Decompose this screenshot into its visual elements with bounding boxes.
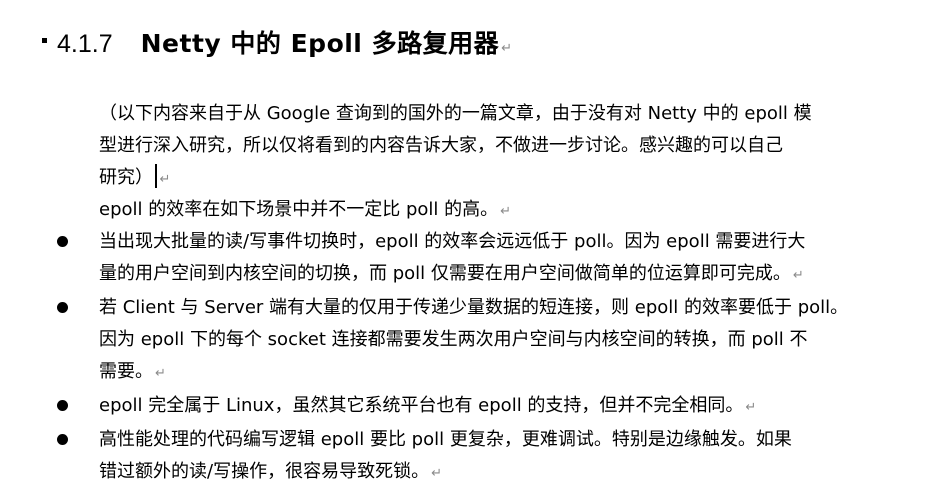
document-page: 4.1.7 Netty 中的 Epoll 多路复用器 ↵ （以下内容来自于从 Go… [0,0,949,500]
section-title: Netty 中的 Epoll 多路复用器 ↵ [141,24,513,60]
paragraph-mark-icon: ↵ [792,268,804,283]
heading-bullet-marker [42,38,47,43]
list-item-text: epoll 完全属于 Linux，虽然其它系统平台也有 epoll 的支持，但并… [99,395,744,416]
list-item-line: 错过额外的读/写操作，很容易导致死锁。 ↵ [99,456,949,490]
note-line-text: 研究） [99,167,153,188]
list-item-line: 高性能处理的代码编写逻辑 epoll 要比 poll 更复杂，更难调试。特别是边… [99,429,792,450]
paragraph-mark-icon: ↵ [500,204,512,219]
list-item-line: epoll 完全属于 Linux，虽然其它系统平台也有 epoll 的支持，但并… [99,390,949,424]
section-heading: 4.1.7 Netty 中的 Epoll 多路复用器 ↵ [42,24,513,64]
note-line-last: 研究） ↵ [99,162,899,196]
list-item-line: 当出现大批量的读/写事件切换时，epoll 的效率会远远低于 poll。因为 e… [99,231,806,252]
paragraph-mark-icon: ↵ [745,400,757,415]
note-line: 型进行深入研究，所以仅将看到的内容告诉大家，不做进一步讨论。感兴趣的可以自己 [99,135,783,156]
list-item-text: 量的用户空间到内核空间的切换，而 poll 仅需要在用户空间做简单的位运算即可完… [99,263,791,284]
list-item[interactable]: 若 Client 与 Server 端有大量的仅用于传递少量数据的短连接，则 e… [0,292,949,390]
bullet-icon [57,400,68,411]
bullet-list: 当出现大批量的读/写事件切换时，epoll 的效率会远远低于 poll。因为 e… [0,226,949,494]
list-item-line: 需要。 ↵ [99,356,949,390]
section-number: 4.1.7 [57,30,113,58]
bullet-icon [57,302,68,313]
note-paragraph[interactable]: （以下内容来自于从 Google 查询到的国外的一篇文章，由于没有对 Netty… [99,98,899,196]
paragraph-mark-icon: ↵ [431,466,442,481]
intro-paragraph[interactable]: epoll 的效率在如下场景中并不一定比 poll 的高。 ↵ [99,194,511,228]
list-item-line: 因为 epoll 下的每个 socket 连接都需要发生两次用户空间与内核空间的… [99,329,808,350]
section-title-text: Netty 中的 Epoll 多路复用器 [140,29,500,58]
paragraph-mark-icon: ↵ [159,172,171,187]
list-item-line: 若 Client 与 Server 端有大量的仅用于传递少量数据的短连接，则 e… [99,297,849,318]
bullet-icon [57,434,68,445]
paragraph-mark-icon: ↵ [155,366,166,381]
paragraph-mark-icon: ↵ [501,41,513,56]
intro-text: epoll 的效率在如下场景中并不一定比 poll 的高。 [99,199,499,220]
list-item[interactable]: 高性能处理的代码编写逻辑 epoll 要比 poll 更复杂，更难调试。特别是边… [0,424,949,490]
list-item-text: 需要。 [99,361,153,382]
list-item-line: 量的用户空间到内核空间的切换，而 poll 仅需要在用户空间做简单的位运算即可完… [99,258,949,292]
text-cursor [155,164,157,188]
list-item[interactable]: 当出现大批量的读/写事件切换时，epoll 的效率会远远低于 poll。因为 e… [0,226,949,292]
note-line: （以下内容来自于从 Google 查询到的国外的一篇文章，由于没有对 Netty… [99,103,812,124]
bullet-icon [57,236,68,247]
list-item[interactable]: epoll 完全属于 Linux，虽然其它系统平台也有 epoll 的支持，但并… [0,390,949,424]
list-item-text: 错过额外的读/写操作，很容易导致死锁。 [99,461,430,482]
